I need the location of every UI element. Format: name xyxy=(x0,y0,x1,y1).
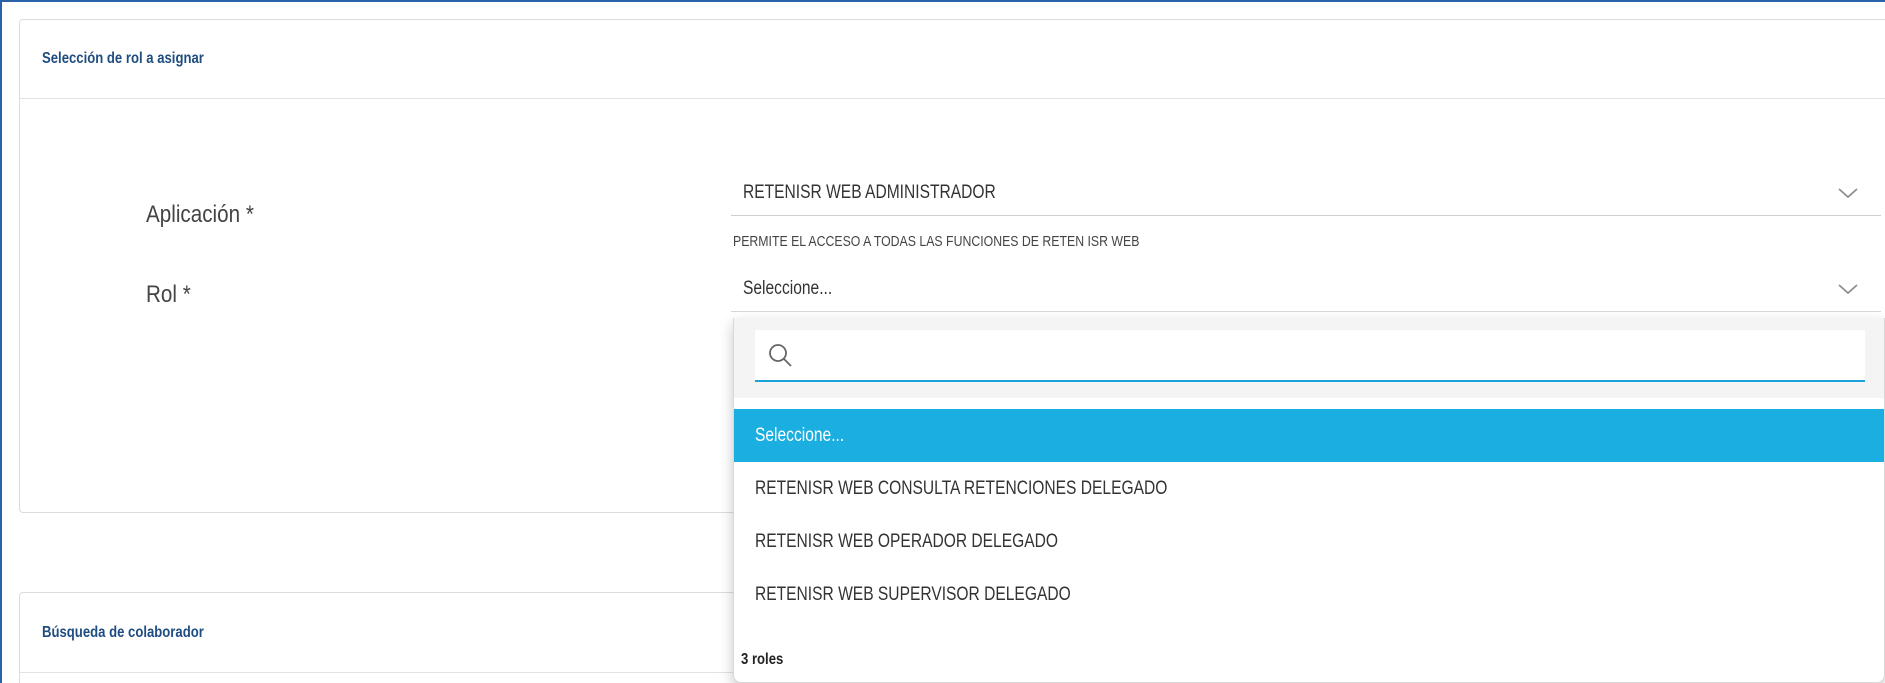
dropdown-search-box[interactable] xyxy=(755,330,1865,382)
dropdown-search-area xyxy=(734,318,1884,398)
role-select[interactable]: Seleccione... xyxy=(731,266,1881,312)
role-selection-header: Selección de rol a asignar xyxy=(20,20,1885,99)
role-selected-value: Seleccione... xyxy=(743,277,833,299)
application-selected-value: RETENISR WEB ADMINISTRADOR xyxy=(743,181,996,203)
application-description: PERMITE EL ACCESO A TODAS LAS FUNCIONES … xyxy=(733,233,1140,250)
role-label: Rol * xyxy=(146,281,191,308)
role-option-label: RETENISR WEB CONSULTA RETENCIONES DELEGA… xyxy=(755,477,1168,499)
application-select[interactable]: RETENISR WEB ADMINISTRADOR xyxy=(731,170,1881,216)
collaborator-search-title: Búsqueda de colaborador xyxy=(42,623,204,641)
application-label: Aplicación * xyxy=(146,201,254,228)
role-option[interactable]: RETENISR WEB CONSULTA RETENCIONES DELEGA… xyxy=(734,462,1884,515)
role-option[interactable]: RETENISR WEB OPERADOR DELEGADO xyxy=(734,515,1884,568)
chevron-down-icon xyxy=(1838,284,1858,295)
role-option[interactable]: Seleccione... xyxy=(734,409,1884,462)
role-option-label: RETENISR WEB SUPERVISOR DELEGADO xyxy=(755,583,1071,605)
roles-count: 3 roles xyxy=(741,651,784,668)
role-dropdown: Seleccione... RETENISR WEB CONSULTA RETE… xyxy=(733,318,1885,683)
role-selection-title: Selección de rol a asignar xyxy=(42,50,204,67)
search-icon xyxy=(769,344,792,367)
role-option-label: Seleccione... xyxy=(755,424,845,446)
chevron-down-icon xyxy=(1838,188,1858,199)
role-option-label: RETENISR WEB OPERADOR DELEGADO xyxy=(755,530,1059,552)
dropdown-search-input[interactable] xyxy=(803,341,1803,369)
role-option[interactable]: RETENISR WEB SUPERVISOR DELEGADO xyxy=(734,568,1884,621)
